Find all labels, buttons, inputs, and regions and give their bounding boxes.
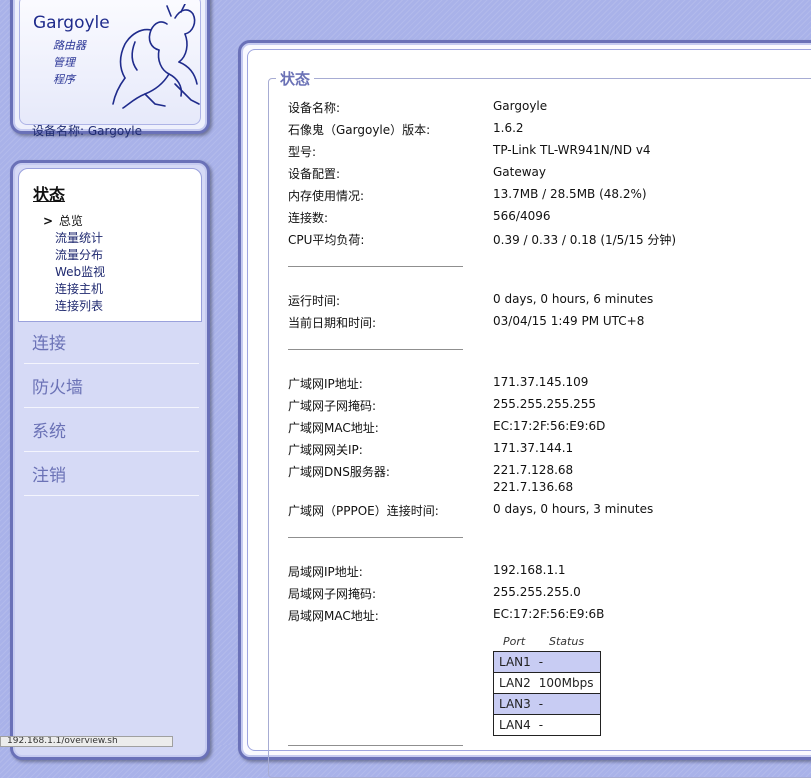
value-model: TP-Link TL-WR941N/ND v4 xyxy=(493,143,651,157)
label-wan-gateway: 广域网网关IP: xyxy=(288,443,363,457)
nav-sub-connection-list[interactable]: 连接列表 xyxy=(55,297,103,314)
section-divider xyxy=(288,745,463,746)
label-lan-mac: 局域网MAC地址: xyxy=(288,609,379,623)
label-memory: 内存使用情况: xyxy=(288,189,365,203)
value-datetime: 03/04/15 1:49 PM UTC+8 xyxy=(493,314,645,328)
port-status: - xyxy=(538,697,544,711)
label-wan-netmask: 广域网子网掩码: xyxy=(288,399,377,413)
port-status: - xyxy=(538,655,544,669)
port-name: LAN2 xyxy=(499,676,531,690)
nav-sub-bandwidth-distribution[interactable]: 流量分布 xyxy=(55,246,103,263)
label-cpu-load: CPU平均负荷: xyxy=(288,233,365,247)
brand-title: Gargoyle xyxy=(33,13,110,33)
value-lan-ip: 192.168.1.1 xyxy=(493,563,566,577)
value-device-config: Gateway xyxy=(493,165,547,179)
section-divider xyxy=(288,349,463,350)
port-status: - xyxy=(538,718,544,732)
tagline-line-2: 管理 xyxy=(53,56,75,69)
port-name: LAN4 xyxy=(499,718,531,732)
device-name-line: 设备名称: Gargoyle xyxy=(32,122,142,139)
gargoyle-logo-icon xyxy=(112,4,200,109)
nav-section-firewall[interactable]: 防火墙 xyxy=(24,365,199,408)
label-model: 型号: xyxy=(288,145,317,159)
value-wan-gateway: 171.37.144.1 xyxy=(493,441,574,455)
label-device-config: 设备配置: xyxy=(288,167,341,181)
nav-panel: 状态 > 总览 流量统计 流量分布 Web监视 连接主机 连接列表 连接 防火墙… xyxy=(10,160,210,760)
value-wan-ip: 171.37.145.109 xyxy=(493,375,589,389)
nav-section-status[interactable]: 状态 xyxy=(33,181,65,205)
nav-section-connection[interactable]: 连接 xyxy=(24,321,199,364)
label-wan-dns: 广域网DNS服务器: xyxy=(288,465,390,479)
status-nav-group: 状态 > 总览 流量统计 流量分布 Web监视 连接主机 连接列表 xyxy=(18,168,202,322)
device-name-value: Gargoyle xyxy=(87,124,143,138)
value-device-name: Gargoyle xyxy=(493,99,548,113)
label-version: 石像鬼（Gargoyle）版本: xyxy=(288,123,431,137)
logo-inner: Gargoyle 路由器 管理 程序 设备名称: Gargoyle xyxy=(19,0,201,138)
tagline-line-1: 路由器 xyxy=(53,39,86,52)
main-panel: 状态 设备名称: Gargoyle 石像鬼（Gargoyle）版本: 1.6.2… xyxy=(238,40,811,778)
label-uptime: 运行时间: xyxy=(288,294,341,308)
value-cpu-load: 0.39 / 0.33 / 0.18 (1/5/15 分钟) xyxy=(493,233,677,247)
nav-section-logout[interactable]: 注销 xyxy=(24,453,199,496)
nav-sub-overview-label: 总览 xyxy=(58,214,83,228)
status-header: Status xyxy=(549,635,585,648)
nav-sub-connected-hosts[interactable]: 连接主机 xyxy=(55,280,103,297)
device-name-label: 设备名称: xyxy=(32,124,85,138)
browser-status-bar: 192.168.1.1/overview.sh xyxy=(0,736,173,747)
port-rows: LAN1- LAN2 100Mbps LAN3- LAN4- xyxy=(493,651,601,736)
logo-panel: Gargoyle 路由器 管理 程序 设备名称: Gargoyle xyxy=(10,0,210,138)
label-lan-ip: 局域网IP地址: xyxy=(288,565,363,579)
label-lan-netmask: 局域网子网掩码: xyxy=(288,587,377,601)
nav-sub-overview[interactable]: > 总览 xyxy=(43,212,83,229)
value-wan-mac: EC:17:2F:56:E9:6D xyxy=(493,419,606,433)
section-divider xyxy=(288,537,463,538)
table-row: LAN1- xyxy=(494,652,600,673)
port-header: Port xyxy=(503,635,526,648)
port-status: 100Mbps xyxy=(538,676,594,690)
current-arrow-icon: > xyxy=(43,214,54,228)
value-version: 1.6.2 xyxy=(493,121,524,135)
section-divider xyxy=(288,266,463,267)
table-row: LAN2 100Mbps xyxy=(494,673,600,694)
value-lan-netmask: 255.255.255.0 xyxy=(493,585,581,599)
nav-section-system[interactable]: 系统 xyxy=(24,409,199,452)
value-wan-dns-2: 221.7.136.68 xyxy=(493,480,574,494)
label-wan-ip: 广域网IP地址: xyxy=(288,377,363,391)
status-legend: 状态 xyxy=(276,68,315,89)
main-content: 状态 设备名称: Gargoyle 石像鬼（Gargoyle）版本: 1.6.2… xyxy=(247,49,811,778)
value-wan-netmask: 255.255.255.255 xyxy=(493,397,597,411)
tagline-line-3: 程序 xyxy=(53,73,75,86)
table-row: LAN4- xyxy=(494,715,600,735)
label-device-name: 设备名称: xyxy=(288,101,341,115)
value-connections: 566/4096 xyxy=(493,209,551,223)
label-pppoe-uptime: 广域网（PPPOE）连接时间: xyxy=(288,504,439,518)
nav-sub-bandwidth[interactable]: 流量统计 xyxy=(55,229,103,246)
value-pppoe-uptime: 0 days, 0 hours, 3 minutes xyxy=(493,502,654,516)
nav-sub-webmon[interactable]: Web监视 xyxy=(55,263,105,280)
label-wan-mac: 广域网MAC地址: xyxy=(288,421,379,435)
label-connections: 连接数: xyxy=(288,211,329,225)
port-name: LAN3 xyxy=(499,697,531,711)
value-uptime: 0 days, 0 hours, 6 minutes xyxy=(493,292,654,306)
port-name: LAN1 xyxy=(499,655,531,669)
value-lan-mac: EC:17:2F:56:E9:6B xyxy=(493,607,605,621)
table-row: LAN3- xyxy=(494,694,600,715)
value-memory: 13.7MB / 28.5MB (48.2%) xyxy=(493,187,647,201)
value-wan-dns-1: 221.7.128.68 xyxy=(493,463,574,477)
label-datetime: 当前日期和时间: xyxy=(288,316,377,330)
